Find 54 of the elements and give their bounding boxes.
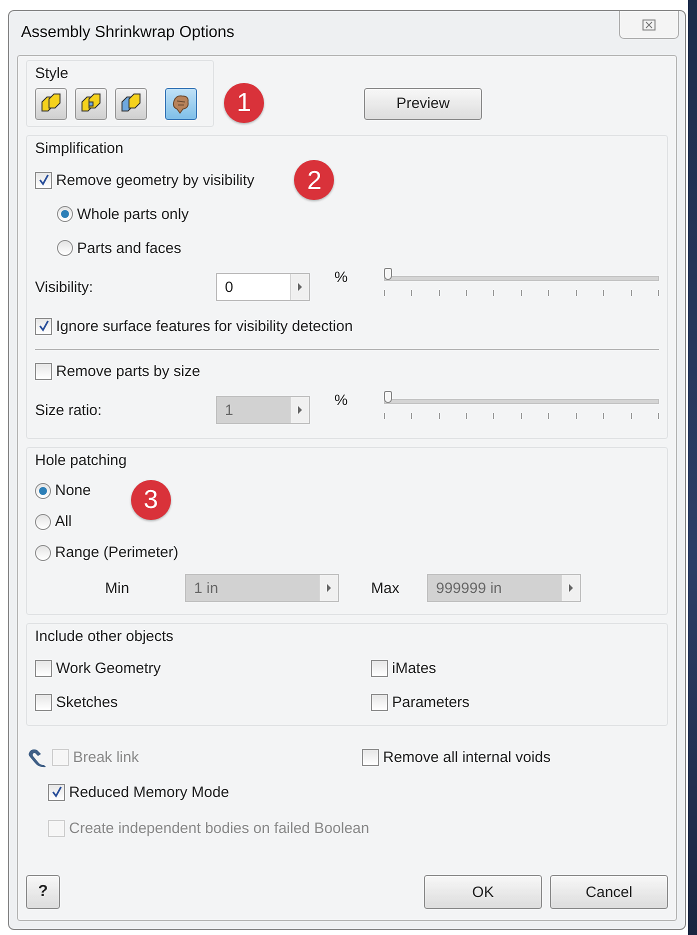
slider-thumb[interactable] xyxy=(384,268,392,280)
radio-option[interactable]: Parts and faces xyxy=(57,240,182,256)
group-label: Simplification xyxy=(35,140,124,157)
checkbox[interactable] xyxy=(371,694,388,710)
checkbox-option[interactable]: Reduced Memory Mode xyxy=(48,784,230,800)
radio-button[interactable] xyxy=(35,544,51,560)
field-label: Size ratio: xyxy=(35,402,103,418)
checkbox-option[interactable]: Remove geometry by visibility xyxy=(35,172,254,188)
checkbox[interactable] xyxy=(371,660,388,676)
radio-button[interactable] xyxy=(35,482,51,498)
field-label: Max xyxy=(371,580,400,596)
unit-label: % xyxy=(333,268,349,286)
close-button[interactable] xyxy=(619,11,679,39)
callout-badge: 2 xyxy=(294,160,334,200)
spin-field[interactable]: 0 xyxy=(216,273,310,301)
group-label: Style xyxy=(35,65,70,82)
checkbox[interactable] xyxy=(35,694,52,710)
unit-label: % xyxy=(333,391,349,409)
checkbox-option[interactable]: Remove all internal voids xyxy=(362,748,551,766)
ok-button[interactable]: OK xyxy=(424,875,542,909)
field-label: Min xyxy=(105,580,130,596)
radio-option[interactable]: Whole parts only xyxy=(57,206,189,222)
radio-button[interactable] xyxy=(57,206,73,222)
group-label: Hole patching xyxy=(35,452,128,469)
checkbox[interactable] xyxy=(48,784,65,800)
checkbox[interactable] xyxy=(35,660,52,676)
close-icon xyxy=(642,18,656,30)
checkbox-option[interactable]: Remove parts by size xyxy=(35,362,200,380)
checkbox-option[interactable]: Work Geometry xyxy=(35,660,161,676)
checkbox[interactable] xyxy=(35,172,52,188)
style-button[interactable] xyxy=(35,88,67,120)
checkbox-option[interactable]: Sketches xyxy=(35,694,118,710)
checkbox-option[interactable]: Parameters xyxy=(371,694,470,710)
checkbox-option[interactable]: Ignore surface features for visibility detection xyxy=(35,318,353,334)
radio-button[interactable] xyxy=(57,240,73,256)
radio-option[interactable]: All xyxy=(35,513,72,530)
help-button[interactable]: ? xyxy=(26,875,60,909)
group-label: Include other objects xyxy=(35,628,174,645)
cancel-button[interactable]: Cancel xyxy=(550,875,668,909)
callout-badge: 3 xyxy=(130,480,171,520)
radio-option[interactable]: Range (Perimeter) xyxy=(35,544,178,561)
style-button[interactable] xyxy=(165,88,197,120)
checkbox-option[interactable]: iMates xyxy=(371,660,436,676)
radio-option[interactable]: None xyxy=(35,482,91,499)
style-button[interactable] xyxy=(75,88,107,120)
preview-button[interactable]: Preview xyxy=(364,88,482,120)
style-button[interactable] xyxy=(115,88,147,120)
checkbox[interactable] xyxy=(35,318,52,334)
callout-badge: 1 xyxy=(224,82,264,122)
field-label: Visibility: xyxy=(35,278,94,296)
checkbox[interactable] xyxy=(362,748,379,766)
radio-button[interactable] xyxy=(35,514,51,530)
window-title: Assembly Shrinkwrap Options xyxy=(21,24,234,42)
checkbox[interactable] xyxy=(35,362,52,380)
